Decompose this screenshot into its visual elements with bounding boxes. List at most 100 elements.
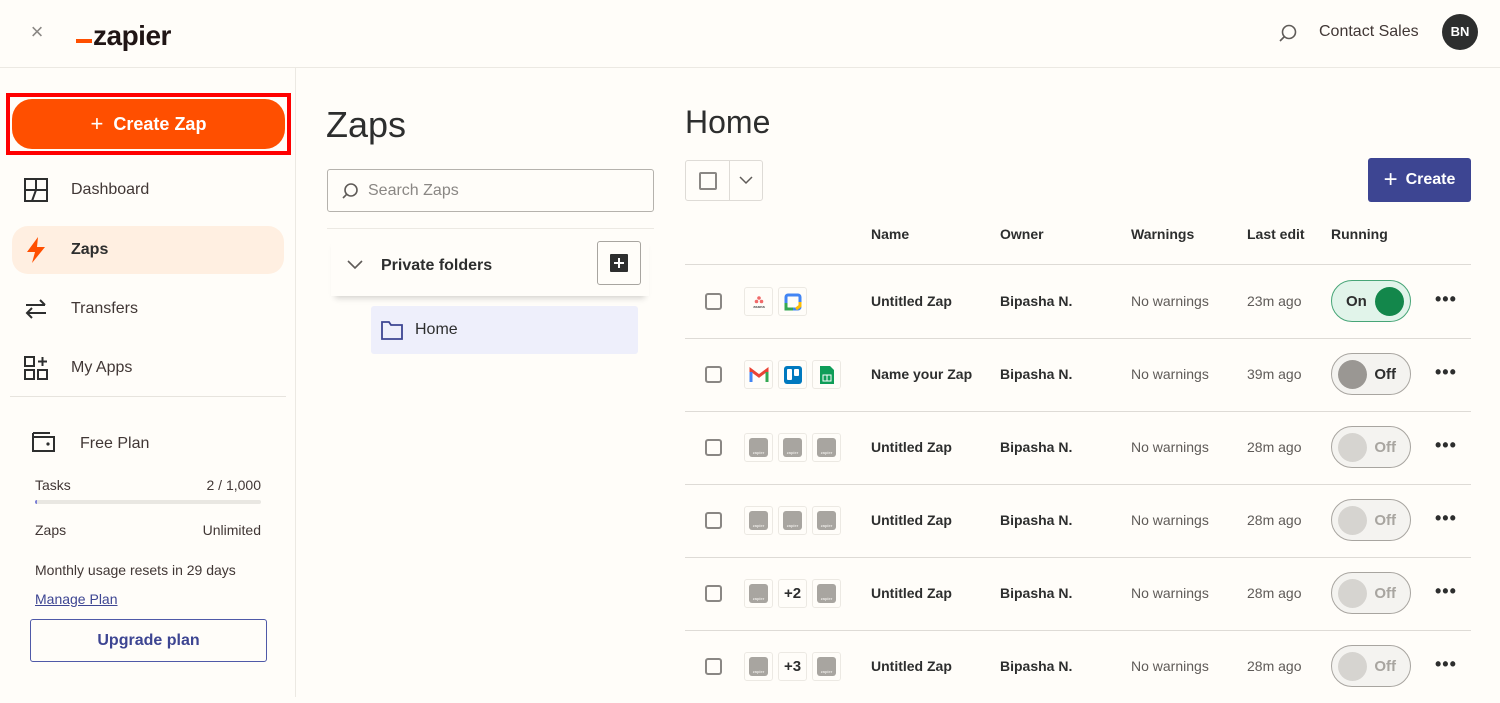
- tasks-label: Tasks: [35, 477, 71, 493]
- zap-name[interactable]: Untitled Zap: [871, 293, 952, 309]
- running-toggle[interactable]: On: [1331, 280, 1411, 322]
- more-options-icon[interactable]: •••: [1435, 362, 1457, 383]
- app-icons: [744, 506, 841, 535]
- row-checkbox[interactable]: [705, 512, 722, 529]
- toggle-label: On: [1346, 293, 1367, 310]
- toggle-knob: [1338, 433, 1367, 462]
- toggle-knob: [1338, 652, 1367, 681]
- table-row[interactable]: asana Untitled Zap Bipasha N. No warnings 23…: [685, 265, 1471, 338]
- add-folder-button[interactable]: [597, 241, 641, 285]
- logo-underscore: [76, 39, 92, 43]
- column-header-owner[interactable]: Owner: [1000, 226, 1044, 242]
- zapier-placeholder-icon: [744, 579, 773, 608]
- zap-name[interactable]: Untitled Zap: [871, 439, 952, 455]
- app-icons: [744, 433, 841, 462]
- running-toggle[interactable]: Off: [1331, 426, 1411, 468]
- column-header-name[interactable]: Name: [871, 226, 909, 242]
- sidebar-item-my-apps[interactable]: My Apps: [12, 344, 284, 392]
- more-options-icon[interactable]: •••: [1435, 581, 1457, 602]
- row-checkbox[interactable]: [705, 658, 722, 675]
- app-icons: asana: [744, 287, 807, 316]
- toggle-label: Off: [1374, 439, 1396, 456]
- row-checkbox[interactable]: [705, 366, 722, 383]
- zap-name[interactable]: Untitled Zap: [871, 512, 952, 528]
- chevron-down-icon[interactable]: [347, 257, 363, 275]
- search-icon[interactable]: [1277, 22, 1299, 44]
- running-toggle[interactable]: Off: [1331, 572, 1411, 614]
- table-row[interactable]: Untitled Zap Bipasha N. No warnings 28m ago…: [685, 411, 1471, 484]
- create-zap-button[interactable]: + Create Zap: [12, 99, 285, 149]
- table-row[interactable]: +3 Untitled Zap Bipasha N. No warnings 28m a…: [685, 630, 1471, 703]
- toggle-knob: [1338, 506, 1367, 535]
- manage-plan-link[interactable]: Manage Plan: [35, 591, 118, 607]
- tasks-progress-bar: [35, 500, 261, 504]
- toggle-label: Off: [1374, 512, 1396, 529]
- toggle-label: Off: [1374, 366, 1396, 383]
- zap-name[interactable]: Untitled Zap: [871, 585, 952, 601]
- running-toggle[interactable]: Off: [1331, 499, 1411, 541]
- google-calendar-icon: [778, 287, 807, 316]
- tasks-usage: Tasks 2 / 1,000: [35, 477, 261, 493]
- sidebar-item-label: Transfers: [71, 300, 138, 317]
- zap-name[interactable]: Untitled Zap: [871, 658, 952, 674]
- column-header-warnings[interactable]: Warnings: [1131, 226, 1194, 242]
- folder-item-home[interactable]: Home: [371, 306, 638, 354]
- toggle-knob: [1338, 579, 1367, 608]
- logo-wordmark: zapier: [93, 20, 171, 51]
- zaps-label: Zaps: [35, 522, 67, 538]
- zap-last-edit: 28m ago: [1247, 585, 1302, 601]
- bulk-select-dropdown[interactable]: [730, 161, 762, 200]
- zapier-placeholder-icon: [744, 506, 773, 535]
- close-icon[interactable]: ×: [26, 21, 48, 43]
- plus-square-icon: [610, 254, 628, 272]
- plus-icon: +: [90, 111, 104, 136]
- app-icons: +2: [744, 579, 841, 608]
- zap-owner: Bipasha N.: [1000, 585, 1073, 601]
- contact-sales-link[interactable]: Contact Sales: [1319, 23, 1419, 41]
- select-all-checkbox[interactable]: [686, 161, 730, 200]
- toggle-label: Off: [1374, 658, 1396, 675]
- svg-text:asana: asana: [753, 304, 765, 309]
- zap-warnings: No warnings: [1131, 366, 1209, 382]
- zapier-placeholder-icon: [778, 506, 807, 535]
- bulk-select-control: [685, 160, 763, 201]
- zap-last-edit: 28m ago: [1247, 439, 1302, 455]
- create-zap-label: Create Zap: [113, 113, 207, 134]
- zap-owner: Bipasha N.: [1000, 366, 1073, 382]
- sidebar-item-transfers[interactable]: Transfers: [12, 285, 284, 333]
- usage-reset-text: Monthly usage resets in 29 days: [35, 562, 236, 578]
- sidebar-item-zaps[interactable]: Zaps: [12, 226, 284, 274]
- search-zaps-input[interactable]: [368, 181, 638, 200]
- avatar[interactable]: BN: [1442, 14, 1478, 50]
- upgrade-plan-button[interactable]: Upgrade plan: [30, 619, 267, 662]
- column-header-running[interactable]: Running: [1331, 226, 1388, 242]
- more-options-icon[interactable]: •••: [1435, 289, 1457, 310]
- more-options-icon[interactable]: •••: [1435, 508, 1457, 529]
- row-checkbox[interactable]: [705, 293, 722, 310]
- running-toggle[interactable]: Off: [1331, 353, 1411, 395]
- zap-warnings: No warnings: [1131, 658, 1209, 674]
- table-row[interactable]: +2 Untitled Zap Bipasha N. No warnings 28m a…: [685, 557, 1471, 630]
- row-checkbox[interactable]: [705, 585, 722, 602]
- zap-owner: Bipasha N.: [1000, 512, 1073, 528]
- more-options-icon[interactable]: •••: [1435, 435, 1457, 456]
- more-apps-count: +2: [778, 579, 807, 608]
- search-zaps-field[interactable]: [327, 169, 654, 212]
- zap-bolt-icon: [22, 236, 50, 264]
- table-row[interactable]: Untitled Zap Bipasha N. No warnings 28m ago…: [685, 484, 1471, 557]
- create-button[interactable]: + Create: [1368, 158, 1471, 202]
- running-toggle[interactable]: Off: [1331, 645, 1411, 687]
- zapier-logo[interactable]: zapier: [76, 13, 171, 53]
- zap-name[interactable]: Name your Zap: [871, 366, 972, 382]
- sidebar-item-dashboard[interactable]: Dashboard: [12, 166, 284, 214]
- more-options-icon[interactable]: •••: [1435, 654, 1457, 675]
- sidebar-item-label: Dashboard: [71, 181, 150, 198]
- apps-icon: [22, 354, 50, 382]
- plan-header: Free Plan: [30, 428, 149, 459]
- column-header-last-edit[interactable]: Last edit: [1247, 226, 1305, 242]
- zap-warnings: No warnings: [1131, 585, 1209, 601]
- plan-name: Free Plan: [80, 434, 150, 452]
- google-sheets-icon: [812, 360, 841, 389]
- row-checkbox[interactable]: [705, 439, 722, 456]
- table-row[interactable]: Name your Zap Bipasha N. No warnings 39m ag…: [685, 338, 1471, 411]
